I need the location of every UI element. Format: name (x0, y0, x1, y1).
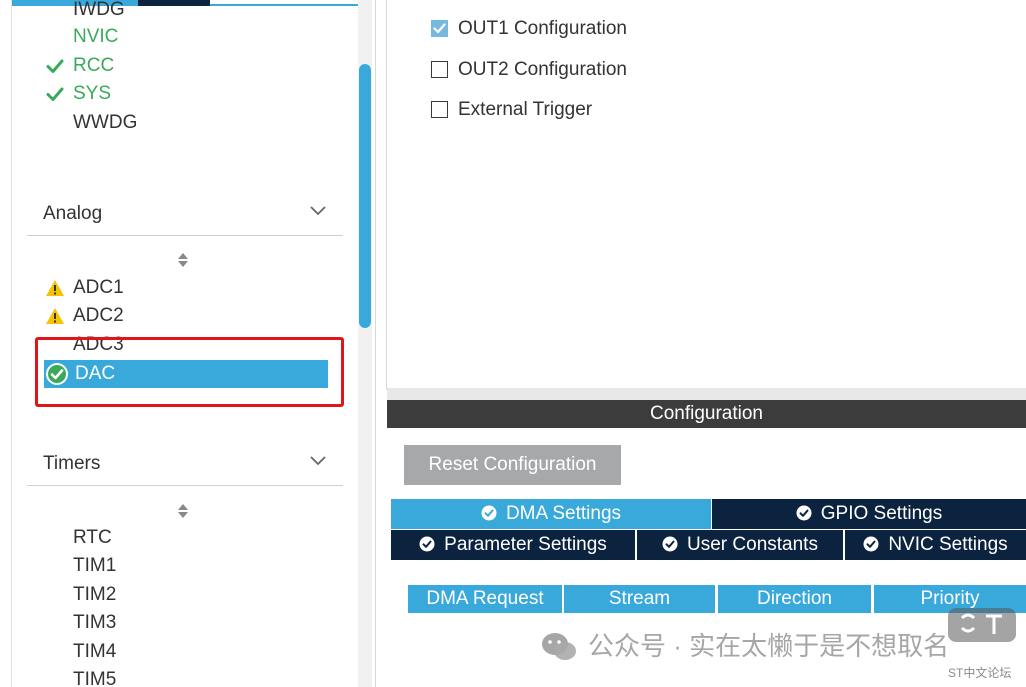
tree-item-sys[interactable]: SYS (44, 81, 329, 107)
sort-arrows-icon[interactable] (177, 252, 189, 268)
tree-item-tim5[interactable]: TIM5 (44, 667, 329, 687)
tree-item-label: TIM1 (73, 555, 117, 576)
tree-item-tim4[interactable]: TIM4 (44, 639, 329, 665)
tree-item-rcc[interactable]: RCC (44, 53, 329, 79)
tree-item-label: TIM5 (73, 669, 117, 687)
reset-configuration-button[interactable]: Reset Configuration (404, 445, 621, 485)
tab-label: DMA Settings (505, 503, 622, 524)
tree-item-adc2[interactable]: ADC2 (44, 303, 329, 329)
tree-item-label: ADC2 (73, 305, 124, 326)
column-header-stream[interactable]: Stream (564, 585, 715, 613)
section-title: Analog (43, 203, 103, 224)
tree-item-label: IWDG (73, 0, 125, 20)
check-icon (46, 59, 64, 73)
column-header-direction[interactable]: Direction (718, 585, 871, 613)
checkbox-unchecked[interactable] (431, 101, 448, 118)
tree-item-label: ADC3 (73, 334, 124, 355)
tree-item-tim3[interactable]: TIM3 (44, 610, 329, 636)
watermark-text: 公众号 · 实在太懒于是不想取名 (588, 631, 950, 661)
chevron-down-icon[interactable] (309, 455, 327, 467)
tree-item-label: TIM3 (73, 612, 117, 633)
check-circle-icon (46, 363, 68, 385)
check-icon (46, 87, 64, 101)
chevron-down-icon[interactable] (309, 205, 327, 217)
option-label: OUT1 Configuration (458, 18, 627, 39)
tab-nvic-settings[interactable]: NVIC Settings (845, 530, 1026, 560)
sort-arrows-icon[interactable] (177, 503, 189, 519)
left-category-panel: IWDG NVIC RCC SYS WWDG Analog ADC1 ADC2 … (0, 0, 376, 687)
tab-user-constants[interactable]: User Constants (637, 530, 843, 560)
tree-item-label: NVIC (73, 26, 119, 47)
tree-item-adc3[interactable]: ADC3 (44, 332, 329, 358)
section-title: Timers (43, 453, 101, 474)
checkbox-unchecked[interactable] (431, 61, 448, 78)
check-circle-icon (662, 536, 678, 552)
warning-icon (46, 308, 64, 324)
tree-item-iwdg[interactable]: IWDG (44, 0, 329, 23)
tab-gpio-settings[interactable]: GPIO Settings (712, 499, 1026, 529)
tab-label: GPIO Settings (820, 503, 943, 524)
tab-label: Parameter Settings (444, 534, 607, 555)
scrollbar-thumb[interactable] (359, 64, 371, 328)
panel-divider (386, 0, 387, 390)
tree-item-dac[interactable]: DAC (44, 360, 328, 388)
tree-item-rtc[interactable]: RTC (44, 525, 329, 551)
panel-divider (11, 0, 12, 687)
check-circle-icon (796, 505, 812, 521)
right-config-panel: OUT1 Configuration OUT2 Configuration Ex… (376, 0, 1026, 687)
check-circle-icon (481, 505, 497, 521)
tree-item-label: ADC1 (73, 277, 124, 298)
tree-item-label: RTC (73, 527, 112, 548)
tree-item-tim2[interactable]: TIM2 (44, 582, 329, 608)
section-header-analog[interactable]: Analog (27, 199, 343, 236)
tab-dma-settings[interactable]: DMA Settings (391, 499, 711, 529)
tab-label: User Constants (687, 534, 818, 555)
splitter-bar[interactable] (387, 388, 1026, 400)
tree-item-nvic[interactable]: NVIC (44, 24, 329, 50)
check-circle-icon (419, 536, 435, 552)
section-header-timers[interactable]: Timers (27, 449, 343, 486)
option-label: External Trigger (458, 99, 593, 120)
tree-item-label: RCC (73, 55, 115, 76)
wechat-icon (542, 633, 576, 660)
tab-parameter-settings[interactable]: Parameter Settings (391, 530, 635, 560)
configuration-header: Configuration (387, 400, 1026, 428)
column-header-dma-request[interactable]: DMA Request (408, 585, 562, 613)
check-circle-icon (863, 536, 879, 552)
forum-watermark-text: ST中文论坛 (948, 666, 1012, 680)
checkbox-checked[interactable] (431, 20, 448, 37)
tab-label: NVIC Settings (888, 534, 1008, 555)
tree-item-label: SYS (73, 83, 112, 104)
checkmark-icon (433, 23, 446, 34)
tree-item-adc1[interactable]: ADC1 (44, 275, 329, 301)
tree-item-label: TIM4 (73, 641, 117, 662)
tree-item-wwdg[interactable]: WWDG (44, 110, 329, 136)
tree-item-label: WWDG (73, 112, 138, 133)
warning-icon (46, 280, 64, 296)
tree-item-label: TIM2 (73, 584, 117, 605)
tree-item-tim1[interactable]: TIM1 (44, 553, 329, 579)
forum-logo-icon (948, 608, 1016, 642)
option-label: OUT2 Configuration (458, 59, 627, 80)
tree-item-label: DAC (75, 363, 116, 384)
